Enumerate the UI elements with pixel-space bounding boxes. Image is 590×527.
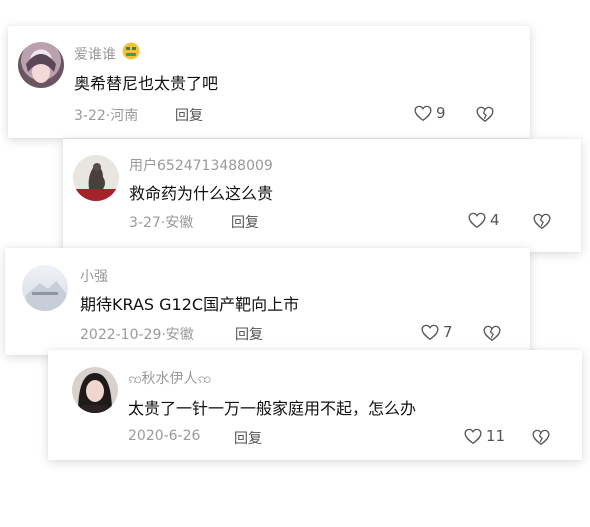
comment-username[interactable]: 用户6524713488009 [129,155,273,175]
dislike-button[interactable] [483,325,501,346]
comment-text: 奥希替尼也太贵了吧 [74,74,219,93]
dislike-button[interactable] [532,429,550,450]
comment-username[interactable]: ꩡ秋水伊人ꩡ [128,368,211,390]
broken-heart-icon [476,106,494,123]
dislike-button[interactable] [533,213,551,234]
reply-button[interactable]: 回复 [234,428,262,448]
comment-text: 救命药为什么这么贵 [129,184,274,203]
avatar-photo-icon [73,163,119,201]
broken-heart-icon [532,429,550,446]
comment-date-location: 3-27·安徽 [129,215,194,231]
avatar-photo-icon [26,54,56,83]
heart-icon [421,324,439,340]
like-button[interactable]: 9 [414,104,446,122]
avatar[interactable] [22,265,68,311]
comment-card: 小强 期待KRAS G12C国产靶向上市 2022-10-29·安徽 回复 7 [5,248,530,355]
like-button[interactable]: 7 [421,323,453,341]
avatar[interactable] [73,155,119,201]
comment-username[interactable]: 小强 [80,266,108,286]
comment-date-location: 3-22·河南 [74,108,139,124]
comment-date-location: 2020-6-26 [128,428,201,444]
comment-text: 太贵了一针一万一般家庭用不起，怎么办 [128,399,417,418]
comment-date-location: 2022-10-29·安徽 [80,327,194,343]
avatar-photo-icon [78,373,112,413]
reply-button[interactable]: 回复 [235,324,263,344]
comment-card: 爱谁谁 奥希替尼也太贵了吧 3-22·河南 回复 9 [8,26,530,138]
avatar[interactable] [72,367,118,413]
reply-button[interactable]: 回复 [175,105,203,125]
reply-button[interactable]: 回复 [231,212,259,232]
like-count: 4 [490,211,500,229]
like-button[interactable]: 11 [464,427,505,445]
like-button[interactable]: 4 [468,211,500,229]
heart-icon [414,105,432,121]
dislike-button[interactable] [476,106,494,127]
broken-heart-icon [533,213,551,230]
like-count: 9 [436,104,446,122]
comment-card: 用户6524713488009 救命药为什么这么贵 3-27·安徽 回复 4 [63,139,581,252]
heart-icon [468,212,486,228]
like-count: 7 [443,323,453,341]
comment-username[interactable]: 爱谁谁 [74,44,116,64]
broken-heart-icon [483,325,501,342]
comment-text: 期待KRAS G12C国产靶向上市 [80,295,300,314]
comment-card: ꩡ秋水伊人ꩡ 太贵了一针一万一般家庭用不起，怎么办 2020-6-26 回复 1… [48,350,582,460]
heart-icon [464,428,482,444]
like-count: 11 [486,427,506,445]
money-mouth-emoji-icon [122,42,140,60]
avatar[interactable] [18,42,64,88]
avatar-photo-icon [26,281,66,311]
